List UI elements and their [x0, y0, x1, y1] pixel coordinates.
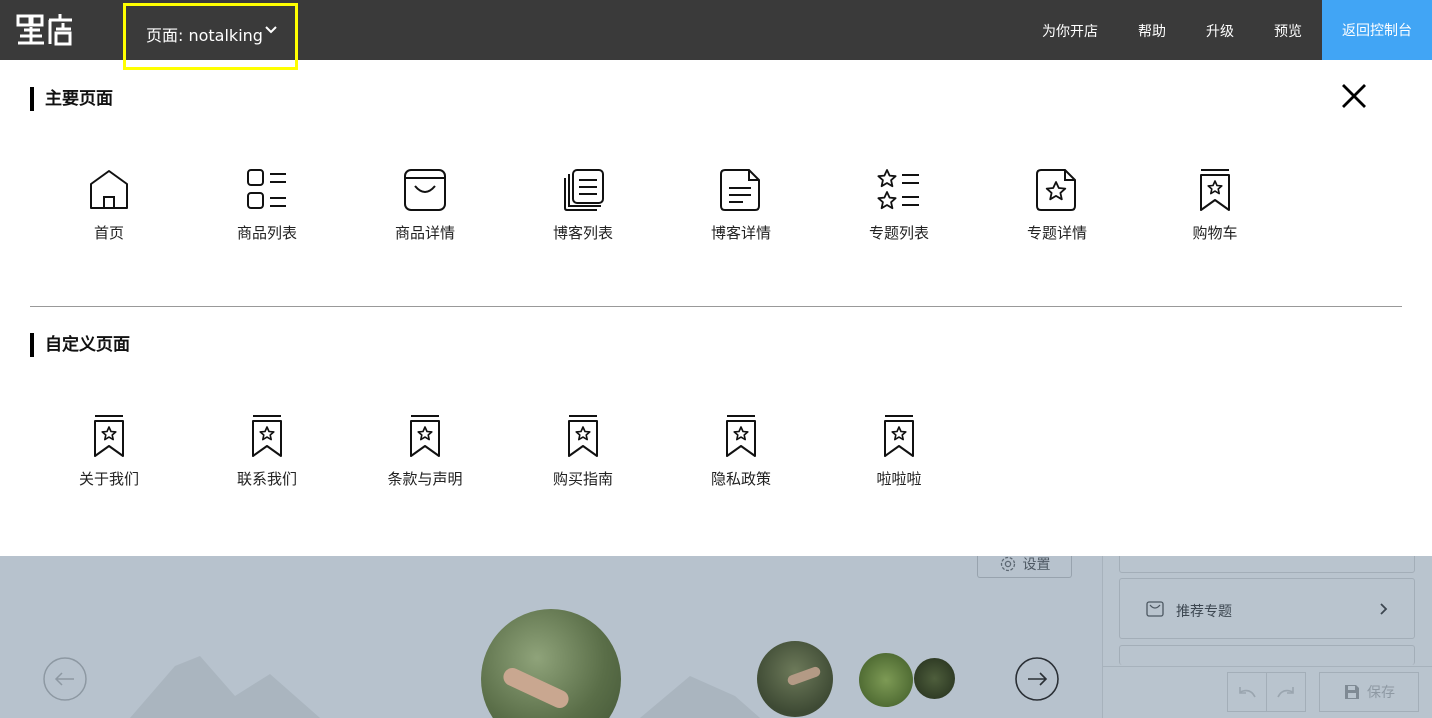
page-selector-dropdown[interactable]: 页面: notalking [123, 3, 298, 70]
page-tile-label: 商品列表 [236, 224, 297, 242]
custom-page-tile[interactable]: 啦啦啦 [839, 414, 959, 489]
save-label: 保存 [1367, 685, 1395, 701]
nav-open-store[interactable]: 为你开店 [1042, 21, 1098, 41]
page-tile-label: 联系我们 [236, 470, 297, 488]
page-tile-label: 专题详情 [1026, 224, 1087, 242]
page-tile-blog-list[interactable]: 博客列表 [523, 168, 643, 243]
custom-page-tile[interactable]: 联系我们 [207, 414, 327, 489]
bookmark-star-icon [568, 415, 598, 457]
custom-page-tile[interactable]: 隐私政策 [681, 414, 801, 489]
page-selector-label: 页面: notalking [146, 26, 263, 45]
nav-help[interactable]: 帮助 [1138, 21, 1166, 41]
close-icon[interactable] [1340, 82, 1368, 110]
page-tile-label: 购物车 [1192, 224, 1238, 242]
toolbar-divider [1103, 666, 1432, 667]
nav-preview[interactable]: 预览 [1274, 21, 1302, 41]
side-panel: 推荐专题 保存 [1102, 556, 1432, 718]
bookmark-star-icon [94, 415, 124, 457]
page-tile-label: 购买指南 [552, 470, 613, 488]
arrow-right-icon[interactable] [1015, 657, 1059, 701]
bookmark-star-icon [726, 415, 756, 457]
topic-list-icon [877, 169, 919, 210]
bookmark-star-icon [410, 415, 440, 457]
page-tile-label: 首页 [93, 224, 124, 242]
nav-upgrade[interactable]: 升级 [1206, 21, 1234, 41]
side-card-next [1119, 645, 1415, 665]
blog-detail-icon [720, 169, 760, 211]
page-tile-product-detail[interactable]: 商品详情 [365, 168, 485, 243]
custom-page-tile[interactable]: 条款与声明 [365, 414, 485, 489]
arrow-left-icon[interactable] [43, 657, 87, 701]
logo [16, 14, 72, 46]
page-tile-label: 啦啦啦 [876, 470, 922, 488]
page-tile-label: 商品详情 [394, 224, 455, 242]
bag-icon [1146, 601, 1164, 617]
blog-list-icon [564, 169, 604, 211]
page-tile-label: 专题列表 [868, 224, 929, 242]
slide-thumb-2 [859, 653, 913, 707]
chevron-right-icon [1380, 603, 1388, 615]
page-tile-product-list[interactable]: 商品列表 [207, 168, 327, 243]
page-picker-panel: 主要页面 首页 商品列表 商品详情 博客列表 博客详情 专题列表 专题详情 购物… [0, 60, 1432, 556]
top-bar: 页面: notalking 为你开店 帮助 升级 预览 返回控制台 [0, 0, 1432, 70]
settings-button[interactable]: 设置 [977, 556, 1072, 578]
bookmark-star-icon [884, 415, 914, 457]
undo-button[interactable] [1227, 672, 1267, 712]
product-list-icon [247, 169, 286, 209]
save-button[interactable]: 保存 [1319, 672, 1419, 712]
main-pages-title: 主要页面 [30, 87, 113, 111]
chevron-down-icon [265, 26, 277, 34]
page-tile-label: 条款与声明 [387, 470, 463, 488]
side-item-recommended-topics[interactable]: 推荐专题 [1119, 578, 1415, 639]
bookmark-star-icon [1200, 169, 1230, 211]
undo-icon [1239, 687, 1256, 698]
home-icon [90, 170, 128, 209]
gear-icon [1000, 556, 1015, 571]
page-tile-topic-list[interactable]: 专题列表 [839, 168, 959, 243]
page-tile-home[interactable]: 首页 [49, 168, 169, 243]
redo-button[interactable] [1266, 672, 1306, 712]
page-tile-cart[interactable]: 购物车 [1155, 168, 1275, 243]
redo-icon [1277, 687, 1294, 698]
page-tile-label: 博客详情 [710, 224, 771, 242]
topic-detail-icon [1036, 169, 1076, 211]
custom-page-tile[interactable]: 关于我们 [49, 414, 169, 489]
page-tile-label: 博客列表 [552, 224, 613, 242]
side-item-label: 推荐专题 [1176, 604, 1232, 620]
back-to-dashboard-button[interactable]: 返回控制台 [1322, 0, 1432, 60]
save-icon [1345, 685, 1359, 699]
slide-thumb-1 [757, 641, 833, 717]
custom-page-tile[interactable]: 购买指南 [523, 414, 643, 489]
settings-label: 设置 [1022, 556, 1051, 573]
section-divider [30, 306, 1402, 307]
side-card-top [1119, 556, 1415, 573]
page-tile-label: 关于我们 [78, 470, 139, 488]
page-tile-blog-detail[interactable]: 博客详情 [681, 168, 801, 243]
page-tile-label: 隐私政策 [710, 470, 771, 488]
editor-background: 设置 推荐专题 保存 [0, 556, 1432, 718]
slide-thumb-3 [914, 658, 955, 699]
page-tile-topic-detail[interactable]: 专题详情 [997, 168, 1117, 243]
bookmark-star-icon [252, 415, 282, 457]
custom-pages-title: 自定义页面 [30, 333, 130, 357]
product-detail-icon [404, 169, 446, 211]
